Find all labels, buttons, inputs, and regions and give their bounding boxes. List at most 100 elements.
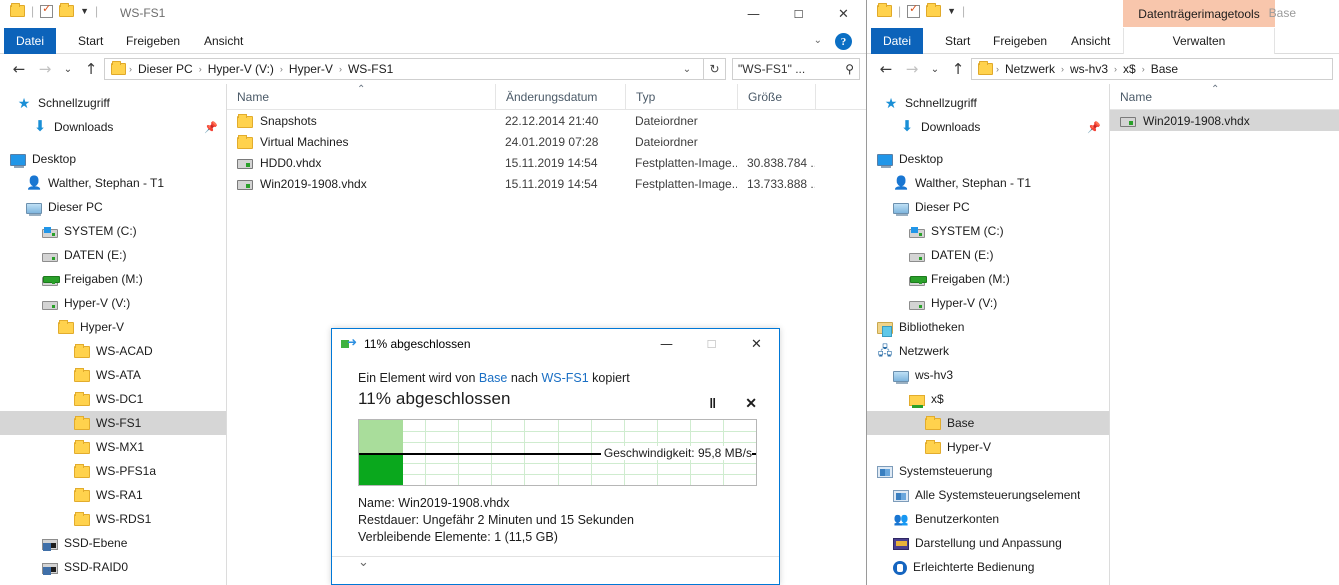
tab-datei[interactable]: Datei (871, 28, 923, 54)
sidebar-item-x[interactable]: x$ (867, 387, 1109, 411)
folder-icon[interactable] (877, 3, 892, 17)
left-file-list[interactable]: Snapshots 22.12.2014 21:40 Dateiordner Virt… (227, 110, 866, 194)
pin-icon[interactable]: 📌 (1087, 121, 1101, 134)
sidebar-item-dieser-pc[interactable]: Dieser PC (0, 195, 226, 219)
tab-verwalten[interactable]: Verwalten (1123, 28, 1275, 54)
tab-datei[interactable]: Datei (4, 28, 56, 54)
forward-button[interactable]: → (899, 57, 925, 81)
back-button[interactable]: ← (873, 57, 899, 81)
right-quick-access-toolbar[interactable]: | ▼ | (877, 3, 965, 18)
right-file-list[interactable]: Win2019-1908.vhdx (1110, 110, 1339, 131)
recent-locations-icon[interactable]: ⌄ (58, 57, 78, 81)
chevron-down-icon[interactable]: ▼ (80, 6, 89, 16)
dialog-action-buttons[interactable]: ‖ ✕ (709, 395, 757, 412)
tab-freigeben[interactable]: Freigeben (983, 28, 1057, 54)
dialog-close-button[interactable]: ✕ (734, 329, 779, 359)
sidebar-item-freigaben-m[interactable]: Freigaben (M:) (867, 267, 1109, 291)
dialog-minimize-button[interactable]: — (644, 329, 689, 359)
new-folder-icon[interactable] (926, 3, 942, 17)
sidebar-item-hyper-v[interactable]: Hyper-V (0, 315, 226, 339)
sidebar-item-hyper-v-v[interactable]: Hyper-V (V:) (867, 291, 1109, 315)
sidebar-item-ssd-raid0[interactable]: SSD-RAID0 (0, 555, 226, 579)
left-navigation-pane[interactable]: ★ Schnellzugriff ⬇ Downloads 📌 Desktop 👤 Walthe… (0, 84, 226, 585)
sidebar-item-ws-ra1[interactable]: WS-RA1 (0, 483, 226, 507)
sidebar-item-hyper-v[interactable]: Hyper-V (867, 435, 1109, 459)
refresh-button[interactable]: ↻ (704, 58, 726, 80)
chevron-down-icon[interactable] (358, 554, 370, 571)
minimize-button[interactable]: — (731, 0, 776, 28)
breadcrumb-item-1[interactable]: Hyper-V (V:) (205, 62, 277, 76)
close-button[interactable]: ✕ (821, 0, 866, 28)
column-header--nderungsdatum[interactable]: Änderungsdatum (495, 84, 625, 110)
help-button[interactable]: ? (835, 33, 852, 50)
sidebar-item-ws-acad[interactable]: WS-ACAD (0, 339, 226, 363)
breadcrumb-item-0[interactable]: Netzwerk (1002, 62, 1058, 76)
sidebar-item-hyper-v-v[interactable]: Hyper-V (V:) (0, 291, 226, 315)
chevron-down-icon[interactable]: ▼ (947, 6, 956, 16)
sidebar-item-ws-dc1[interactable]: WS-DC1 (0, 387, 226, 411)
column-header-blank[interactable] (815, 84, 859, 110)
sidebar-item-alle-systemsteuerungselement[interactable]: Alle Systemsteuerungselement (867, 483, 1109, 507)
column-header-gr-e[interactable]: Größe (737, 84, 815, 110)
up-button[interactable]: ↑ (78, 57, 104, 81)
breadcrumb-item-3[interactable]: WS-FS1 (345, 62, 396, 76)
breadcrumb[interactable]: › Dieser PC › Hyper-V (V:) › Hyper-V › W… (104, 58, 704, 80)
sidebar-item-benutzerkonten[interactable]: 👥 Benutzerkonten (867, 507, 1109, 531)
search-icon[interactable]: ⚲ (845, 62, 854, 76)
sidebar-item-downloads[interactable]: ⬇ Downloads 📌 (867, 115, 1109, 139)
sidebar-item-ws-rds1[interactable]: WS-RDS1 (0, 507, 226, 531)
table-row[interactable]: HDD0.vhdx 15.11.2019 14:54 Festplatten-Ima… (227, 152, 866, 173)
breadcrumb-item-2[interactable]: x$ (1120, 62, 1139, 76)
sidebar-item-systemsteuerung[interactable]: Systemsteuerung (867, 459, 1109, 483)
copy-target-link[interactable]: WS-FS1 (541, 371, 588, 385)
sidebar-item-schnellzugriff[interactable]: ★ Schnellzugriff (867, 91, 1109, 115)
left-quick-access-toolbar[interactable]: | ▼ | (10, 3, 98, 18)
tab-start[interactable]: Start (935, 28, 980, 54)
tab-start[interactable]: Start (68, 28, 113, 54)
ribbon-collapse-icon[interactable]: ⌄ (814, 35, 822, 46)
sidebar-item-ws-hv3[interactable]: ws-hv3 (867, 363, 1109, 387)
tab-freigeben[interactable]: Freigeben (116, 28, 190, 54)
sidebar-item-downloads[interactable]: ⬇ Downloads 📌 (0, 115, 226, 139)
sidebar-item-freigaben-m[interactable]: Freigaben (M:) (0, 267, 226, 291)
sidebar-item-walther-stephan-t1[interactable]: 👤 Walther, Stephan - T1 (867, 171, 1109, 195)
properties-icon[interactable] (40, 3, 54, 18)
sidebar-item-darstellung-und-anpassung[interactable]: Darstellung und Anpassung (867, 531, 1109, 555)
sidebar-item-walther-stephan-t1[interactable]: 👤 Walther, Stephan - T1 (0, 171, 226, 195)
dialog-maximize-button[interactable]: ☐ (689, 329, 734, 359)
sidebar-item-daten-e[interactable]: DATEN (E:) (0, 243, 226, 267)
right-file-pane[interactable]: Name ⌃ Win2019-1908.vhdx (1110, 84, 1339, 585)
tab-ansicht[interactable]: Ansicht (1061, 28, 1120, 54)
forward-button[interactable]: → (32, 57, 58, 81)
column-header-typ[interactable]: Typ (625, 84, 737, 110)
right-navigation-pane[interactable]: ★ Schnellzugriff ⬇ Downloads 📌 Desktop 👤 Walthe… (867, 84, 1109, 585)
sidebar-item-daten-e[interactable]: DATEN (E:) (867, 243, 1109, 267)
breadcrumb-item-3[interactable]: Base (1148, 62, 1181, 76)
sidebar-item-erleichterte-bedienung[interactable]: Erleichterte Bedienung (867, 555, 1109, 579)
maximize-button[interactable]: ☐ (776, 0, 821, 28)
table-row[interactable]: Win2019-1908.vhdx (1110, 110, 1339, 131)
sidebar-item-bibliotheken[interactable]: Bibliotheken (867, 315, 1109, 339)
up-button[interactable]: ↑ (945, 57, 971, 81)
cancel-button[interactable]: ✕ (745, 395, 757, 412)
sidebar-item-ws-ata[interactable]: WS-ATA (0, 363, 226, 387)
back-button[interactable]: ← (6, 57, 32, 81)
sidebar-item-desktop[interactable]: Desktop (0, 147, 226, 171)
copy-source-link[interactable]: Base (479, 371, 508, 385)
new-folder-icon[interactable] (59, 3, 75, 17)
table-row[interactable]: Virtual Machines 24.01.2019 07:28 Dateiord… (227, 131, 866, 152)
pin-icon[interactable]: 📌 (204, 121, 218, 134)
sidebar-item-dieser-pc[interactable]: Dieser PC (867, 195, 1109, 219)
breadcrumb-item-0[interactable]: Dieser PC (135, 62, 196, 76)
folder-icon[interactable] (10, 3, 25, 17)
sidebar-item-desktop[interactable]: Desktop (867, 147, 1109, 171)
sidebar-item-ws-fs1[interactable]: WS-FS1 (0, 411, 226, 435)
breadcrumb-item-1[interactable]: ws-hv3 (1067, 62, 1111, 76)
address-dropdown-icon[interactable]: ⌄ (677, 64, 697, 75)
sidebar-item-ws-mx1[interactable]: WS-MX1 (0, 435, 226, 459)
table-row[interactable]: Snapshots 22.12.2014 21:40 Dateiordner (227, 110, 866, 131)
breadcrumb-item-2[interactable]: Hyper-V (286, 62, 336, 76)
sidebar-item-schnellzugriff[interactable]: ★ Schnellzugriff (0, 91, 226, 115)
search-input[interactable]: "WS-FS1" ... ⚲ (732, 58, 860, 80)
dialog-window-controls[interactable]: — ☐ ✕ (644, 329, 779, 359)
